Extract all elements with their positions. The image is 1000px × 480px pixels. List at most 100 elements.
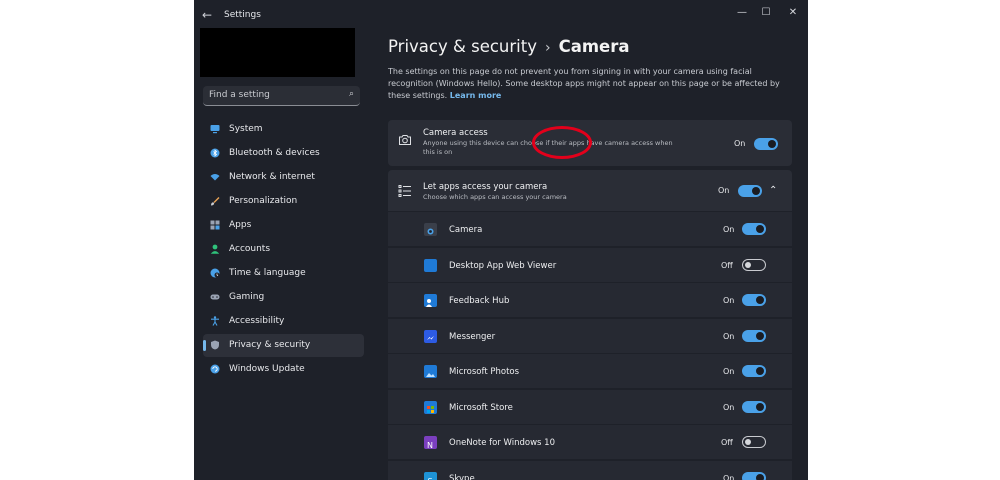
- app-row: Microsoft Store On: [388, 389, 792, 425]
- brush-icon: [210, 196, 220, 206]
- app-name: Microsoft Store: [449, 402, 513, 413]
- page-title: Privacy & security › Camera: [388, 37, 630, 56]
- settings-window: ← Settings — ☐ ✕ ⌕ System Bluetooth & de…: [194, 0, 808, 480]
- learn-more-link[interactable]: Learn more: [450, 91, 502, 100]
- monitor-icon: [210, 124, 220, 134]
- webviewer-icon: [424, 258, 437, 272]
- app-toggle-state: On: [723, 331, 735, 341]
- breadcrumb-parent[interactable]: Privacy & security: [388, 37, 537, 56]
- minimize-button[interactable]: —: [731, 4, 753, 22]
- app-name: Desktop App Web Viewer: [449, 260, 557, 271]
- breadcrumb-current: Camera: [558, 37, 630, 56]
- let-apps-toggle[interactable]: [738, 185, 762, 197]
- app-access-toggle[interactable]: [742, 258, 766, 271]
- sidebar-item-network[interactable]: Network & internet: [203, 166, 364, 189]
- let-apps-title: Let apps access your camera: [423, 182, 548, 192]
- collapse-chevron-icon[interactable]: ⌃: [769, 185, 777, 196]
- messenger-icon: [424, 329, 437, 343]
- app-access-toggle[interactable]: [742, 471, 766, 480]
- highlight-circle: [532, 126, 592, 159]
- app-row: Camera On: [388, 212, 792, 247]
- app-toggle-state: On: [723, 225, 735, 234]
- toggle-knob: [756, 296, 764, 304]
- app-toggle-state: On: [723, 473, 735, 480]
- app-toggle-state: Off: [721, 260, 733, 270]
- search-box[interactable]: ⌕: [203, 86, 360, 106]
- toggle-knob: [768, 140, 776, 148]
- account-banner-redacted: [200, 28, 355, 77]
- search-icon[interactable]: ⌕: [349, 89, 354, 99]
- sidebar-item-windows-update[interactable]: Windows Update: [203, 358, 364, 381]
- app-name: Skype: [449, 473, 475, 480]
- app-name: Feedback Hub: [449, 296, 510, 306]
- app-access-toggle[interactable]: [742, 436, 766, 448]
- sidebar-nav: System Bluetooth & devices Network & int…: [203, 118, 364, 382]
- toggle-knob: [756, 331, 764, 340]
- app-name: Camera: [449, 225, 483, 235]
- photos-icon: [424, 365, 437, 378]
- sidebar-item-apps[interactable]: Apps: [203, 214, 364, 237]
- app-title: Settings: [224, 10, 261, 20]
- update-icon: [210, 364, 220, 374]
- globe-clock-icon: [210, 268, 220, 278]
- skype-icon: S: [424, 471, 437, 480]
- sidebar-item-privacy-security[interactable]: Privacy & security: [203, 334, 364, 357]
- search-input[interactable]: [209, 90, 339, 100]
- svg-text:N: N: [427, 441, 433, 450]
- sidebar-item-time-language[interactable]: Time & language: [203, 262, 364, 285]
- shield-icon: [210, 340, 220, 350]
- camera-access-toggle[interactable]: [754, 138, 778, 150]
- maximize-button[interactable]: ☐: [755, 4, 777, 22]
- sidebar-item-bluetooth[interactable]: Bluetooth & devices: [203, 142, 364, 165]
- description-text: The settings on this page do not prevent…: [388, 67, 780, 100]
- toggle-knob: [756, 367, 764, 375]
- toggle-knob: [756, 402, 764, 411]
- sidebar-item-label: Bluetooth & devices: [229, 148, 320, 158]
- sidebar-item-label: Personalization: [229, 196, 298, 206]
- sidebar-item-gaming[interactable]: Gaming: [203, 286, 364, 309]
- app-access-toggle[interactable]: [742, 294, 766, 306]
- sidebar-item-accessibility[interactable]: Accessibility: [203, 310, 364, 333]
- camera-app-icon: [424, 223, 437, 236]
- camera-access-state: On: [734, 139, 746, 148]
- let-apps-state: On: [718, 186, 730, 195]
- camera-icon: [398, 132, 412, 146]
- toggle-knob: [745, 439, 751, 445]
- close-button[interactable]: ✕: [782, 4, 804, 22]
- sidebar-item-label: Accessibility: [229, 316, 285, 326]
- sidebar-item-system[interactable]: System: [203, 118, 364, 141]
- app-toggle-state: Off: [721, 438, 733, 447]
- svg-text:S: S: [428, 477, 433, 480]
- sidebar-item-personalization[interactable]: Personalization: [203, 190, 364, 213]
- app-toggle-state: On: [723, 367, 735, 376]
- page-description: The settings on this page do not prevent…: [388, 66, 792, 102]
- back-arrow-icon[interactable]: ←: [202, 8, 212, 22]
- apps-icon: [210, 220, 220, 230]
- app-name: Messenger: [449, 331, 496, 342]
- app-row: N OneNote for Windows 10 Off: [388, 425, 792, 460]
- app-toggle-state: On: [723, 296, 735, 305]
- sidebar-item-label: Gaming: [229, 292, 265, 302]
- app-access-toggle[interactable]: [742, 223, 766, 235]
- store-icon: [424, 400, 437, 414]
- app-access-toggle[interactable]: [742, 400, 766, 413]
- gamepad-icon: [210, 292, 220, 302]
- camera-access-title: Camera access: [423, 128, 488, 138]
- sidebar-item-accounts[interactable]: Accounts: [203, 238, 364, 261]
- person-icon: [210, 244, 220, 254]
- sidebar-item-label: System: [229, 124, 263, 134]
- accessibility-icon: [210, 316, 220, 326]
- toggle-knob: [756, 225, 764, 233]
- feedback-hub-icon: [424, 294, 437, 307]
- app-access-toggle[interactable]: [742, 365, 766, 377]
- let-apps-access-card[interactable]: Let apps access your camera Choose which…: [388, 170, 792, 211]
- app-row: Messenger On: [388, 318, 792, 354]
- onenote-icon: N: [424, 436, 437, 450]
- app-access-toggle[interactable]: [742, 329, 766, 342]
- app-toggle-state: On: [723, 402, 735, 412]
- sidebar-item-label: Apps: [229, 220, 252, 230]
- title-bar: ← Settings — ☐ ✕: [194, 0, 808, 30]
- app-row: S Skype On: [388, 460, 792, 480]
- sidebar-item-label: Time & language: [229, 268, 306, 278]
- app-row: Microsoft Photos On: [388, 354, 792, 389]
